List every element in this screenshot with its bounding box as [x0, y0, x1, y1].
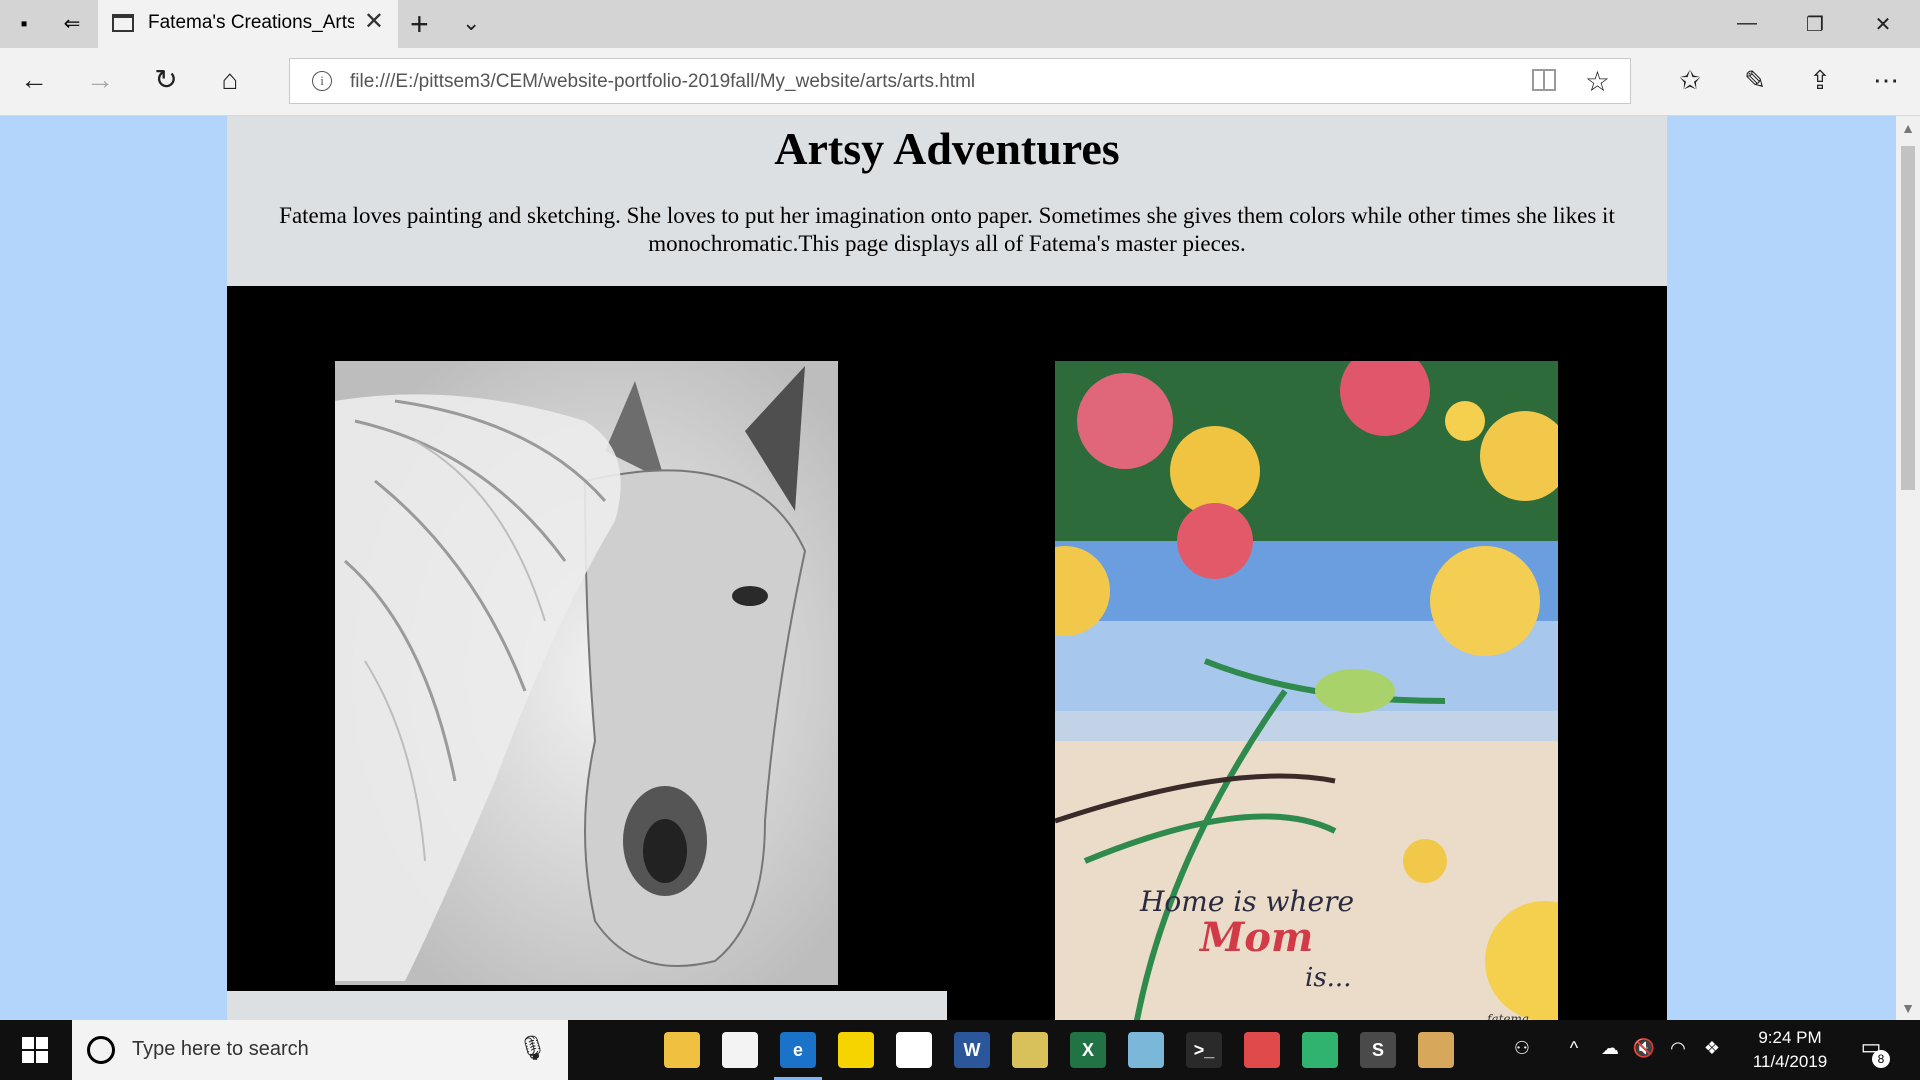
more-icon[interactable]: ⋯ — [1868, 64, 1904, 96]
page-viewport: Artsy Adventures Fatema loves painting a… — [0, 116, 1896, 1020]
close-window-icon[interactable]: ✕ — [1868, 12, 1898, 37]
wifi-icon[interactable]: ◠ — [1664, 1038, 1692, 1059]
onedrive-icon[interactable]: ☁ — [1596, 1038, 1624, 1059]
painting-signature: fatema — [1486, 1012, 1529, 1020]
show-hidden-icons-chevron-icon[interactable]: ^ — [1560, 1038, 1588, 1059]
volume-muted-icon[interactable]: 🔇 — [1630, 1038, 1658, 1059]
sublime-icon[interactable]: S — [1360, 1032, 1396, 1068]
scroll-down-icon[interactable]: ▼ — [1896, 996, 1920, 1020]
page-intro: Fatema loves painting and sketching. She… — [279, 203, 1615, 256]
scroll-up-icon[interactable]: ▲ — [1896, 116, 1920, 140]
chrome-icon[interactable] — [896, 1032, 932, 1068]
new-tab-button[interactable]: + — [410, 6, 429, 42]
edge-icon[interactable]: e — [774, 1032, 822, 1080]
sticky-notes-icon[interactable] — [838, 1032, 874, 1068]
page-header: Artsy Adventures Fatema loves painting a… — [227, 116, 1667, 286]
forward-icon[interactable]: → — [82, 64, 118, 96]
scroll-thumb[interactable] — [1901, 146, 1915, 490]
paint-icon[interactable] — [1418, 1032, 1454, 1068]
tab-actions-icon[interactable]: ▪ — [12, 12, 36, 36]
store-icon[interactable] — [722, 1032, 758, 1068]
cortana-icon — [87, 1036, 115, 1064]
vertical-scrollbar[interactable]: ▲ ▼ — [1896, 116, 1920, 1020]
tab-close-icon[interactable]: ✕ — [364, 10, 384, 34]
favorites-icon[interactable]: ✩ — [1672, 64, 1708, 96]
restore-icon[interactable]: ❐ — [1800, 12, 1830, 37]
word-icon[interactable]: W — [954, 1032, 990, 1068]
clock-date: 11/4/2019 — [1752, 1052, 1828, 1071]
back-icon[interactable]: ← — [16, 64, 52, 96]
tab-preview-chevron-icon[interactable]: ⌄ — [462, 10, 480, 36]
snipping-icon[interactable] — [1244, 1032, 1280, 1068]
start-windows-icon[interactable] — [22, 1037, 48, 1063]
painting-text-line3: is... — [1305, 963, 1351, 993]
system-clock[interactable]: 9:24 PM 11/4/2019 — [1740, 1026, 1840, 1074]
add-favorite-star-icon[interactable]: ☆ — [1585, 65, 1610, 98]
tab-active[interactable]: Fatema's Creations_Arts ✕ — [98, 0, 398, 48]
microphone-icon[interactable]: 🎙 — [518, 1034, 548, 1063]
file-explorer-icon[interactable] — [664, 1032, 700, 1068]
reading-view-icon[interactable] — [1532, 69, 1556, 91]
home-icon[interactable]: ⌂ — [212, 64, 248, 96]
title-bar: ▪ ⇐ Fatema's Creations_Arts ✕ + ⌄ — ❐ ✕ — [0, 0, 1920, 48]
share-icon[interactable]: ⇪ — [1802, 64, 1838, 96]
taskbar: Type here to search 🎙 e W X >_ S ⚇ ^ ☁ 🔇 ◠ ❖… — [0, 1020, 1920, 1080]
excel-icon[interactable]: X — [1070, 1032, 1106, 1068]
app-icon[interactable] — [1012, 1032, 1048, 1068]
people-icon[interactable]: ⚇ — [1508, 1038, 1536, 1059]
floral-painting-image: Home is where Mom is... fatema — [1055, 361, 1558, 1020]
pen-icon[interactable]: ✎ — [1737, 64, 1773, 96]
atom-icon[interactable] — [1302, 1032, 1338, 1068]
navigation-bar: ← → ↻ ⌂ i file:///E:/pittsem3/CEM/websit… — [0, 48, 1920, 116]
minimize-icon[interactable]: — — [1732, 12, 1762, 35]
painting-text-line2: Mom — [1198, 914, 1313, 961]
set-tabs-aside-icon[interactable]: ⇐ — [60, 12, 84, 36]
tab-title: Fatema's Creations_Arts — [148, 12, 354, 33]
clock-time: 9:24 PM — [1758, 1028, 1822, 1047]
dropbox-icon[interactable]: ❖ — [1698, 1038, 1726, 1059]
horse-sketch-image — [335, 361, 838, 985]
task-view-icon[interactable] — [606, 1032, 642, 1068]
page-title: Artsy Adventures — [774, 123, 1120, 174]
address-bar[interactable]: i file:///E:/pittsem3/CEM/website-portfo… — [289, 58, 1631, 104]
prism-icon[interactable] — [1128, 1032, 1164, 1068]
terminal-icon[interactable]: >_ — [1186, 1032, 1222, 1068]
page-favicon-icon — [112, 14, 134, 32]
taskbar-search[interactable]: Type here to search 🎙 — [72, 1020, 568, 1080]
notification-count-badge: 8 — [1872, 1050, 1890, 1068]
gallery-caption-strip — [227, 991, 947, 1020]
site-info-icon[interactable]: i — [312, 71, 332, 91]
art-gallery: Home is where Mom is... fatema — [227, 286, 1667, 1020]
action-center-icon[interactable]: ▭ 8 — [1856, 1034, 1890, 1068]
search-placeholder[interactable]: Type here to search — [132, 1038, 309, 1061]
refresh-icon[interactable]: ↻ — [148, 64, 184, 96]
url-text[interactable]: file:///E:/pittsem3/CEM/website-portfoli… — [350, 71, 975, 93]
